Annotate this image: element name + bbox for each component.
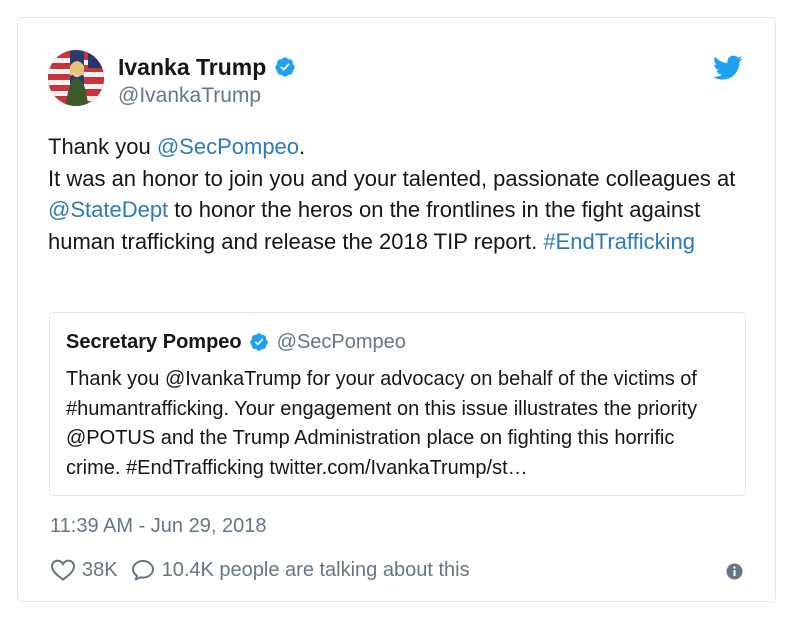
tweet-actions: 38K 10.4K people are talking about this <box>50 556 470 584</box>
tweet-card: Ivanka Trump @IvankaTrump Thank you @Sec… <box>17 17 776 602</box>
hashtag-link-endtrafficking[interactable]: #EndTrafficking <box>543 229 695 254</box>
quoted-tweet-text: Thank you @IvankaTrump for your advocacy… <box>66 368 698 479</box>
quoted-display-name: Secretary Pompeo <box>66 330 242 353</box>
tweet-text: Thank you @SecPompeo. It was an honor to… <box>48 131 748 257</box>
verified-badge-icon <box>274 56 296 78</box>
quoted-screen-name: @SecPompeo <box>276 330 406 353</box>
author-screen-name[interactable]: @IvankaTrump <box>118 84 296 108</box>
author-names: Ivanka Trump @IvankaTrump <box>118 52 296 108</box>
mention-link-statedept[interactable]: @StateDept <box>48 197 168 222</box>
display-name-row: Ivanka Trump <box>118 52 296 82</box>
heart-icon[interactable] <box>50 558 76 582</box>
tweet-text-prefix: Thank you <box>48 134 157 159</box>
twitter-bird-icon[interactable] <box>712 55 743 81</box>
tweet-timestamp[interactable]: 11:39 AM - Jun 29, 2018 <box>50 515 266 538</box>
quoted-verified-badge-icon <box>249 332 269 352</box>
mention-link-secpompeo[interactable]: @SecPompeo <box>157 134 299 159</box>
tweet-text-period: . <box>299 134 306 159</box>
like-count[interactable]: 38K <box>82 559 118 582</box>
quoted-tweet-header: Secretary Pompeo @SecPompeo <box>66 329 406 355</box>
avatar[interactable] <box>48 50 104 106</box>
speech-bubble-icon[interactable] <box>130 558 156 582</box>
info-icon[interactable] <box>726 563 743 580</box>
tweet-text-body-1: It was an honor to join you and your tal… <box>48 165 736 191</box>
author-display-name[interactable]: Ivanka Trump <box>118 54 266 81</box>
tweet-header: Ivanka Trump @IvankaTrump <box>48 50 745 110</box>
quoted-tweet-card[interactable]: Secretary Pompeo @SecPompeo Thank you @I… <box>49 312 746 496</box>
talking-about-link[interactable]: 10.4K people are talking about this <box>162 559 470 582</box>
